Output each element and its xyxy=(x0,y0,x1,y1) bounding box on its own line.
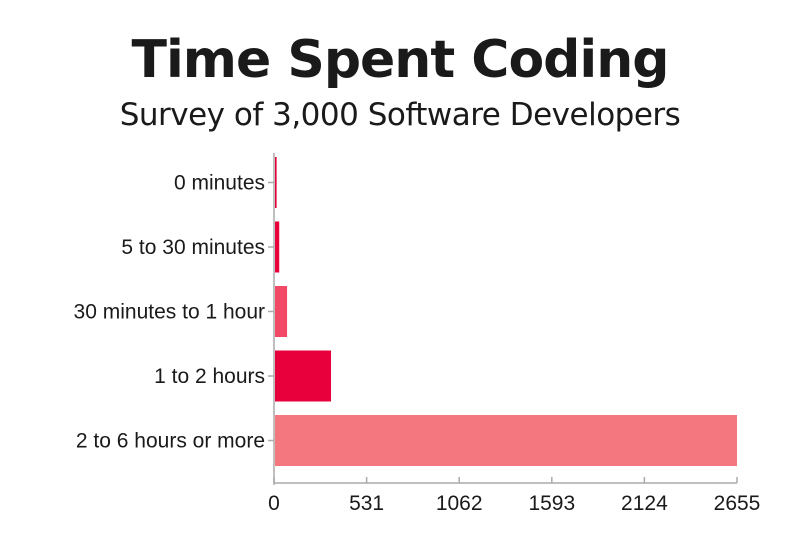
bar xyxy=(275,157,277,208)
x-tick-label: 2124 xyxy=(621,492,668,515)
bar-chart: 0 minutes 5 to 30 minutes 30 minutes to 1 … xyxy=(74,153,760,515)
y-tick-label: 1 to 2 hours xyxy=(154,365,265,388)
bar xyxy=(275,286,288,337)
x-tick-label: 0 xyxy=(268,492,280,515)
y-tick-label: 0 minutes xyxy=(174,172,265,195)
y-tick-label: 5 to 30 minutes xyxy=(121,236,265,259)
x-axis: 0 531 1062 1593 2124 2655 xyxy=(268,477,760,515)
x-tick-label: 1593 xyxy=(528,492,575,515)
x-tick-label: 1062 xyxy=(436,492,483,515)
bar xyxy=(275,415,737,466)
y-tick-label: 30 minutes to 1 hour xyxy=(74,301,265,324)
y-axis: 0 minutes 5 to 30 minutes 30 minutes to 1 … xyxy=(74,153,275,485)
bar xyxy=(275,221,280,273)
y-tick-label: 2 to 6 hours or more xyxy=(76,430,265,453)
x-tick-label: 531 xyxy=(349,492,384,515)
x-tick-label: 2655 xyxy=(714,492,761,515)
bars-group xyxy=(275,157,737,466)
bar xyxy=(275,350,332,402)
